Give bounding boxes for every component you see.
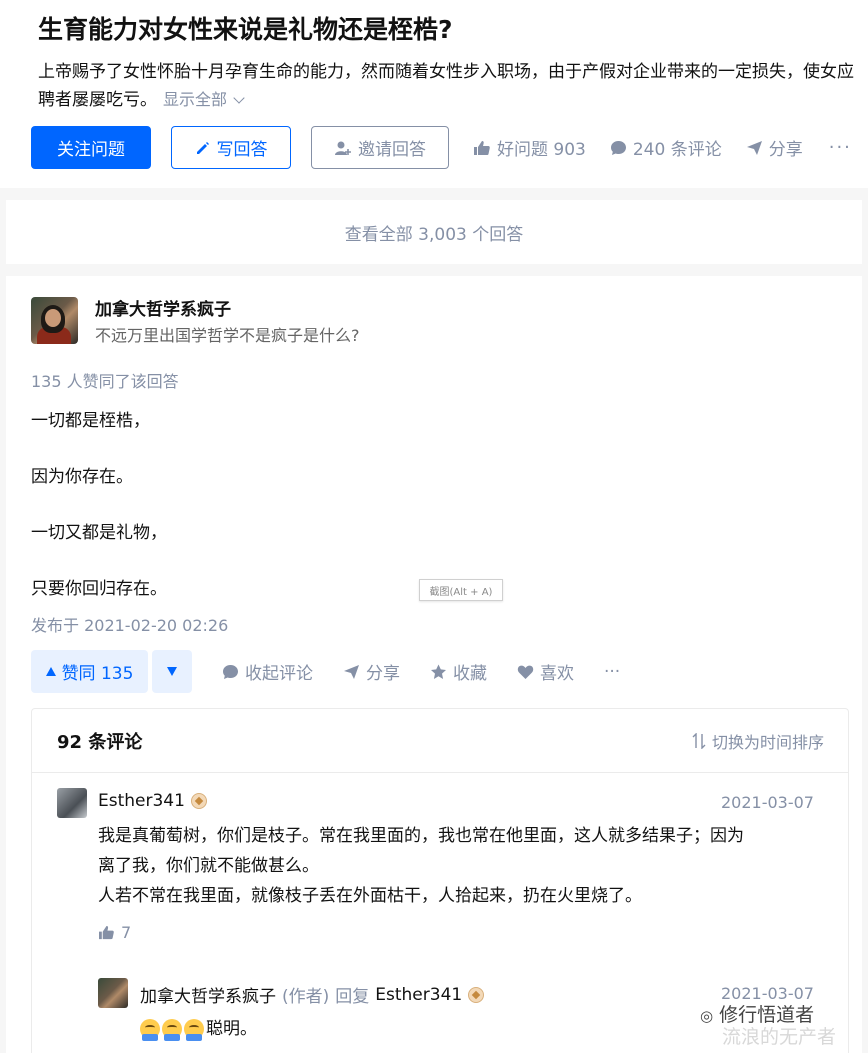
vote-up-label: 赞同 135: [61, 664, 134, 684]
vote-down-button[interactable]: [152, 650, 192, 693]
paper-plane-icon: [344, 664, 359, 679]
comment-line: 离了我，你们就不能做甚么。: [98, 856, 319, 876]
like-label: 喜欢: [540, 664, 574, 684]
comment-line: 人若不常在我里面，就像枝子丢在外面枯干，人拾起来，扔在火里烧了。: [98, 886, 642, 906]
good-question-label: 好问题 903: [497, 140, 586, 160]
avatar-face-shape: [45, 309, 61, 327]
comment-like-count: 7: [121, 923, 132, 942]
answer-share-button[interactable]: 分享: [343, 659, 400, 684]
reply-author-name[interactable]: 加拿大哲学系疯子: [140, 982, 276, 1007]
heart-icon: [517, 665, 534, 679]
reply-header: 加拿大哲学系疯子 (作者) 回复 Esther341: [140, 982, 485, 1007]
sort-toggle-button[interactable]: 切换为时间排序: [692, 729, 824, 753]
screenshot-tooltip: 截图(Alt + A): [419, 579, 503, 601]
answer-paragraph: 一切又都是礼物，: [31, 523, 167, 543]
show-all-label: 显示全部: [163, 90, 228, 109]
collapse-comments-button[interactable]: 收起评论: [222, 659, 313, 684]
watermark-secondary: 流浪的无产者: [722, 1026, 837, 1048]
paper-plane-icon: [746, 140, 762, 155]
comment-bubble-icon: [610, 140, 626, 155]
commenter-name[interactable]: Esther341: [98, 791, 207, 811]
question-comments-label: 240 条评论: [632, 140, 722, 160]
answer-paragraph: 因为你存在。: [31, 467, 133, 487]
more-options-icon[interactable]: ···: [829, 137, 852, 158]
applause-emoji-icon: [140, 1019, 160, 1041]
chevron-down-icon: [233, 92, 245, 104]
view-all-answers-label: 查看全部 3,003 个回答: [344, 224, 524, 245]
question-header: 生育能力对女性来说是礼物还是桎梏? 上帝赐予了女性怀胎十月孕育生命的能力，然而随…: [0, 0, 868, 188]
reply-text: 聪明。: [140, 1014, 740, 1044]
comment-date: 2021-03-07: [721, 793, 814, 812]
question-share-label: 分享: [768, 140, 803, 160]
triangle-down-icon: [167, 667, 177, 676]
crown-badge-icon: [468, 986, 485, 1003]
invite-user-icon: [335, 141, 351, 155]
write-answer-label: 写回答: [216, 140, 268, 160]
follow-question-label: 关注问题: [57, 140, 125, 160]
commenter-avatar[interactable]: [57, 788, 87, 818]
comment-line: 我是真葡萄树，你们是枝子。常在我里面的，我也常在他里面，这人就多结果子；因为: [98, 826, 744, 846]
reply-avatar[interactable]: [98, 978, 128, 1008]
question-comments-button[interactable]: 240 条评论: [610, 135, 722, 160]
sort-toggle-label: 切换为时间排序: [711, 732, 824, 752]
author-avatar[interactable]: [31, 297, 78, 344]
collect-label: 收藏: [453, 664, 487, 684]
author-name[interactable]: 加拿大哲学系疯子: [95, 295, 231, 320]
question-description-text: 上帝赐予了女性怀胎十月孕育生命的能力，然而随着女性步入职场，由于产假对企业带来的…: [38, 62, 854, 110]
answer-card: 加拿大哲学系疯子 不远万里出国学哲学不是疯子是什么? 135 人赞同了该回答 一…: [6, 276, 862, 1053]
star-icon: [431, 664, 446, 679]
good-question-button[interactable]: 好问题 903: [473, 135, 586, 160]
answer-share-label: 分享: [366, 664, 400, 684]
author-bio: 不远万里出国学哲学不是疯子是什么?: [95, 326, 360, 345]
sort-arrows-icon: [692, 732, 706, 749]
like-button[interactable]: 喜欢: [517, 659, 574, 684]
reply-text-content: 聪明。: [206, 1019, 257, 1039]
comments-count: 92 条评论: [57, 731, 143, 753]
comment-like-button[interactable]: 7: [98, 923, 131, 942]
commenter-name-text: Esther341: [98, 791, 185, 811]
published-time[interactable]: 发布于 2021-02-20 02:26: [31, 612, 228, 636]
answer-paragraph: 只要你回归存在。: [31, 579, 167, 599]
comment-bubble-icon: [223, 664, 238, 679]
question-share-button[interactable]: 分享: [746, 135, 803, 160]
invite-answer-button[interactable]: 邀请回答: [311, 126, 449, 169]
collect-button[interactable]: 收藏: [430, 659, 487, 684]
question-title: 生育能力对女性来说是礼物还是桎梏?: [38, 15, 453, 44]
thumbs-up-icon: [474, 140, 490, 155]
answer-actions: 赞同 135 收起评论 分享 收藏 喜欢 ···: [31, 650, 620, 693]
follow-question-button[interactable]: 关注问题: [31, 126, 151, 169]
invite-answer-label: 邀请回答: [358, 140, 426, 160]
write-answer-button[interactable]: 写回答: [171, 126, 291, 169]
answer-paragraph: 一切都是桎梏，: [31, 411, 150, 431]
wechat-logo-icon: ◎: [700, 1007, 714, 1025]
voters-count[interactable]: 135 人赞同了该回答: [31, 368, 179, 392]
comment-text: 我是真葡萄树，你们是枝子。常在我里面的，我也常在他里面，这人就多结果子；因为 离…: [98, 821, 818, 911]
crown-badge-icon: [190, 793, 207, 809]
answer-more-icon[interactable]: ···: [604, 662, 620, 682]
vote-up-button[interactable]: 赞同 135: [31, 650, 148, 693]
reply-word: 回复: [335, 987, 370, 1007]
show-all-link[interactable]: 显示全部: [163, 90, 245, 109]
comments-header: 92 条评论 切换为时间排序: [32, 709, 848, 773]
author-tag: (作者): [282, 987, 330, 1007]
applause-emoji-icon: [184, 1019, 204, 1041]
reply-to-user[interactable]: Esther341: [375, 985, 462, 1005]
view-all-answers-button[interactable]: 查看全部 3,003 个回答: [6, 200, 862, 264]
applause-emoji-icon: [162, 1019, 182, 1041]
question-actions: 关注问题 写回答 邀请回答 好问题 903 240 条评论 分享 ···: [31, 126, 852, 169]
pencil-icon: [196, 141, 209, 154]
collapse-comments-label: 收起评论: [245, 664, 313, 684]
thumbs-up-icon: [99, 925, 114, 940]
triangle-up-icon: [45, 667, 56, 676]
question-description: 上帝赐予了女性怀胎十月孕育生命的能力，然而随着女性步入职场，由于产假对企业带来的…: [38, 58, 858, 114]
